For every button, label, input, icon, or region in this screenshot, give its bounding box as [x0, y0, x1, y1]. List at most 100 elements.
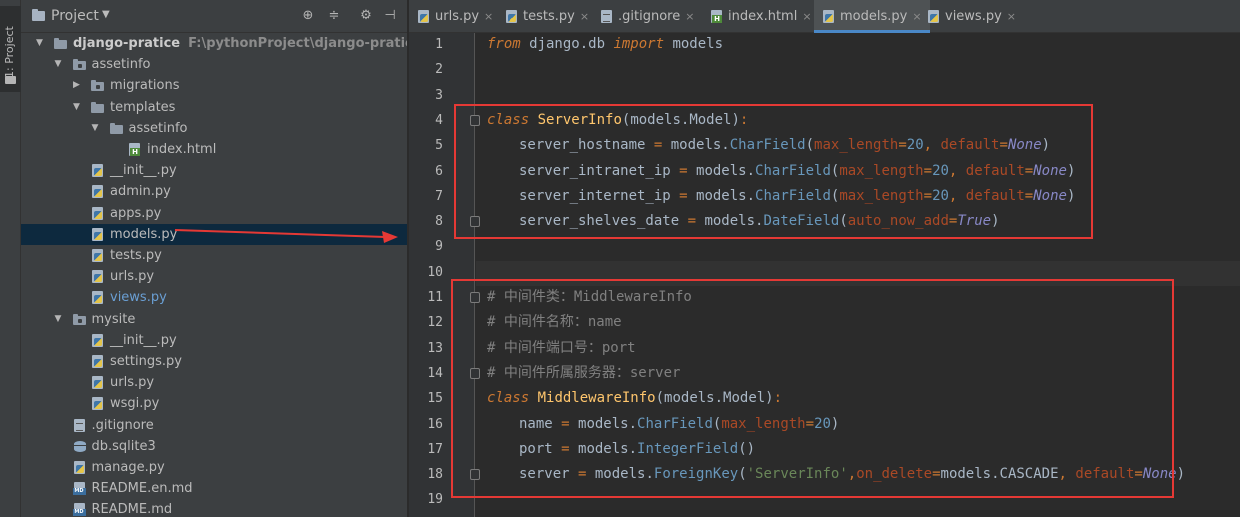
code-token: models.CASCADE	[940, 466, 1059, 483]
code-line[interactable]: server_intranet_ip = models.CharField(ma…	[519, 159, 1075, 184]
code-line[interactable]: server_hostname = models.CharField(max_l…	[519, 133, 1050, 158]
tree-row[interactable]: README.en.md	[21, 478, 407, 499]
tree-row[interactable]: db.sqlite3	[21, 436, 407, 457]
code-line[interactable]: # 中间件类：MiddlewareInfo	[487, 285, 692, 310]
tree-item-label: mysite	[91, 311, 136, 327]
tree-row[interactable]: models.py	[21, 223, 407, 245]
tab-gitignore[interactable]: .gitignore ×	[592, 0, 702, 33]
tree-row[interactable]: views.py	[21, 287, 407, 308]
db-icon	[73, 440, 87, 453]
code-line[interactable]: port = models.IntegerField()	[519, 437, 755, 462]
code-token: )	[1066, 187, 1076, 204]
code-line[interactable]: from django.db import models	[487, 32, 723, 57]
hide-panel-icon[interactable]: ⊣	[382, 8, 398, 24]
expanded-arrow-icon[interactable]: ▼	[92, 118, 102, 139]
package-dot-icon	[77, 64, 82, 69]
code-token: =	[923, 162, 933, 179]
code-token: )	[1176, 466, 1185, 483]
tree-row[interactable]: .gitignore	[21, 415, 407, 436]
project-view-selector[interactable]: Project	[51, 8, 99, 24]
tree-row[interactable]: ▼ django-pratice F:\pythonProject\django-p…	[21, 33, 407, 54]
tree-row[interactable]: settings.py	[21, 351, 407, 372]
code-line[interactable]: class ServerInfo(models.Model):	[487, 108, 748, 133]
line-number: 13	[427, 340, 443, 356]
tree-row[interactable]: __init__.py	[21, 160, 407, 181]
expanded-arrow-icon[interactable]: ▼	[55, 54, 65, 75]
code-token: models.	[569, 415, 638, 432]
locate-file-icon[interactable]: ⊕	[300, 8, 316, 24]
tree-row[interactable]: README.md	[21, 499, 407, 517]
code-line[interactable]: server_shelves_date = models.DateField(a…	[519, 209, 1000, 234]
tree-row[interactable]: manage.py	[21, 457, 407, 478]
close-icon[interactable]: ×	[685, 10, 694, 23]
code-line[interactable]: class MiddlewareInfo(models.Model):	[487, 386, 782, 411]
py-icon	[505, 10, 518, 23]
fold-marker-icon[interactable]	[470, 367, 480, 379]
line-number: 6	[435, 163, 443, 179]
tab-label: .gitignore	[618, 9, 681, 24]
code-line[interactable]: # 中间件名称：name	[487, 310, 622, 335]
tree-row[interactable]: wsgi.py	[21, 393, 407, 414]
code-token: default	[940, 137, 1000, 154]
gear-icon[interactable]: ⚙	[358, 8, 374, 24]
code-token: auto_now_add	[847, 213, 949, 230]
line-number: 1	[435, 37, 443, 52]
tree-row[interactable]: ▶ migrations	[21, 75, 407, 96]
tree-item-label: templates	[110, 99, 176, 115]
tree-row[interactable]: apps.py	[21, 203, 407, 224]
fold-marker-icon[interactable]	[470, 114, 480, 126]
code-token: ServerInfo	[537, 111, 622, 128]
tree-row[interactable]: tests.py	[21, 245, 407, 266]
project-tool-tab[interactable]: 1: Project	[0, 6, 21, 92]
chevron-down-icon[interactable]: ▼	[102, 9, 110, 20]
code-token: =	[679, 162, 688, 179]
tree-item-label: tests.py	[110, 248, 162, 263]
expanded-arrow-icon[interactable]: ▼	[73, 97, 83, 118]
close-icon[interactable]: ×	[580, 10, 589, 23]
collapse-all-icon[interactable]: ≑	[326, 8, 342, 24]
tree-row[interactable]: index.html	[21, 139, 407, 160]
tab-models-py[interactable]: models.py ×	[814, 0, 930, 33]
tree-row[interactable]: ▼ assetinfo	[21, 118, 407, 139]
close-icon[interactable]: ×	[802, 10, 811, 23]
tree-item-label: admin.py	[110, 184, 171, 200]
tree-row[interactable]: urls.py	[21, 266, 407, 287]
tab-views-py[interactable]: views.py ×	[919, 0, 1024, 33]
close-icon[interactable]: ×	[484, 10, 493, 23]
tree-row[interactable]: ▼ mysite	[21, 309, 407, 330]
tree-row[interactable]: ▼ assetinfo	[21, 54, 407, 75]
expanded-arrow-icon[interactable]: ▼	[55, 309, 65, 330]
line-number: 2	[435, 62, 443, 78]
code-token: port	[519, 440, 562, 457]
fold-marker-icon[interactable]	[470, 216, 480, 228]
tab-tests-py[interactable]: tests.py ×	[497, 0, 597, 33]
tree-row[interactable]: admin.py	[21, 181, 407, 202]
tree-row[interactable]: __init__.py	[21, 330, 407, 351]
code-line[interactable]: server = models.ForeignKey('ServerInfo',…	[519, 462, 1185, 487]
tab-urls-py[interactable]: urls.py ×	[409, 0, 501, 33]
tree-row[interactable]: urls.py	[21, 372, 407, 393]
expanded-arrow-icon[interactable]: ▼	[36, 33, 46, 54]
code-token: CharField	[729, 137, 806, 154]
code-line[interactable]: name = models.CharField(max_length=20)	[519, 412, 839, 437]
tree-row[interactable]: ▼ templates	[21, 97, 407, 118]
code-line[interactable]: server_internet_ip = models.CharField(ma…	[519, 184, 1075, 209]
code-token: (	[805, 137, 815, 154]
close-icon[interactable]: ×	[1007, 10, 1016, 23]
fold-marker-icon[interactable]	[470, 292, 480, 303]
py-icon	[91, 249, 105, 262]
code-token: None	[1033, 187, 1067, 204]
code-line[interactable]: # 中间件所属服务器：server	[487, 361, 680, 386]
fold-marker-icon[interactable]	[470, 469, 480, 481]
code-token: models.	[687, 187, 756, 204]
collapsed-arrow-icon[interactable]: ▶	[73, 75, 83, 96]
code-token: True	[957, 213, 992, 230]
code-token: default	[1075, 466, 1135, 483]
code-line[interactable]: # 中间件端口号：port	[487, 336, 636, 361]
code-editor[interactable]: 1 2 3 4 5 6 7 8 9 10 11 12 13 14 15 16 17 18 19 from djang…	[409, 33, 1240, 517]
project-panel-header: Project ▼ ⊕ ≑ ⚙ ⊣	[21, 0, 407, 33]
tree-item-label: apps.py	[110, 205, 162, 221]
tab-index-html[interactable]: index.html ×	[702, 0, 820, 33]
code-token: )	[991, 213, 1000, 230]
package-icon	[91, 79, 105, 92]
